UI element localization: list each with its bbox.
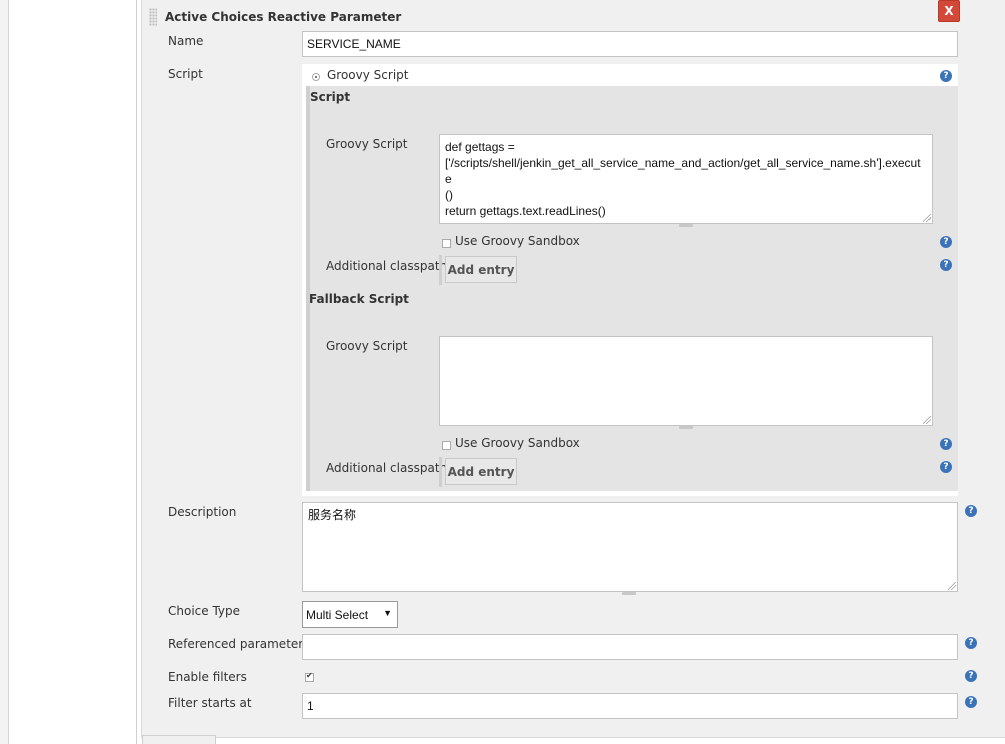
resize-handle-icon[interactable] [923, 416, 931, 424]
textarea-grip-icon[interactable] [622, 592, 636, 595]
fallback-sandbox-label: Use Groovy Sandbox [455, 436, 580, 450]
fallback-sandbox-help-icon[interactable]: ? [940, 438, 952, 450]
name-input[interactable]: SERVICE_NAME [302, 31, 958, 57]
dropdown-arrow-icon: ▼ [383, 608, 392, 618]
filter-starts-label: Filter starts at [168, 696, 252, 710]
referenced-parameters-input[interactable] [302, 634, 958, 660]
script-add-entry-button[interactable]: Add entry [445, 256, 517, 283]
filter-starts-help-icon[interactable]: ? [965, 696, 977, 708]
description-help-icon[interactable]: ? [965, 505, 977, 517]
next-section-tab[interactable] [142, 735, 216, 744]
groovy-script-radio-label: Groovy Script [327, 68, 409, 82]
resize-handle-icon[interactable] [948, 582, 956, 590]
fallback-sandbox-checkbox[interactable] [442, 441, 451, 450]
enable-filters-checkbox[interactable] [305, 671, 314, 682]
choice-type-value: Multi Select [306, 607, 369, 622]
enable-filters-label: Enable filters [168, 670, 247, 684]
classpath-help-icon[interactable]: ? [940, 259, 952, 271]
choice-type-label: Choice Type [168, 604, 241, 618]
fallback-add-entry-button[interactable]: Add entry [445, 458, 517, 485]
delete-parameter-button[interactable]: X [938, 0, 960, 22]
referenced-parameters-label: Referenced parameters [168, 637, 310, 651]
fallback-groovy-textarea[interactable] [439, 336, 933, 426]
resize-handle-icon[interactable] [923, 214, 931, 222]
left-gutter [9, 0, 137, 744]
parameter-title: Active Choices Reactive Parameter [165, 10, 402, 24]
filters-help-icon[interactable]: ? [965, 670, 977, 682]
filter-starts-input[interactable]: 1 [302, 693, 958, 719]
script-section-title: Script [310, 90, 351, 104]
fallback-classpath-help-icon[interactable]: ? [940, 461, 952, 473]
sandbox-help-icon[interactable]: ? [940, 236, 952, 248]
fallback-section-title: Fallback Script [309, 292, 409, 306]
textarea-grip-icon[interactable] [679, 224, 693, 227]
description-label: Description [168, 505, 237, 519]
script-sandbox-label: Use Groovy Sandbox [455, 234, 580, 248]
script-sandbox-checkbox[interactable] [442, 239, 451, 248]
referenced-help-icon[interactable]: ? [965, 637, 977, 649]
name-label: Name [168, 34, 204, 48]
description-textarea[interactable]: 服务名称 [302, 502, 958, 592]
drag-handle-icon[interactable] [149, 8, 157, 26]
script-classpath-label: Additional classpath [326, 259, 448, 273]
groovy-script-radio[interactable] [312, 73, 320, 81]
left-rail [0, 0, 9, 744]
script-label: Script [168, 67, 203, 81]
fallback-classpath-label: Additional classpath [326, 461, 448, 475]
script-groovy-textarea[interactable]: def gettags = ['/scripts/shell/jenkin_ge… [439, 134, 933, 224]
choice-type-select[interactable]: Multi Select ▼ [302, 601, 398, 628]
fallback-groovy-label: Groovy Script [326, 339, 408, 353]
script-help-icon[interactable]: ? [940, 70, 952, 82]
textarea-grip-icon[interactable] [679, 426, 693, 429]
script-groovy-label: Groovy Script [326, 137, 408, 151]
